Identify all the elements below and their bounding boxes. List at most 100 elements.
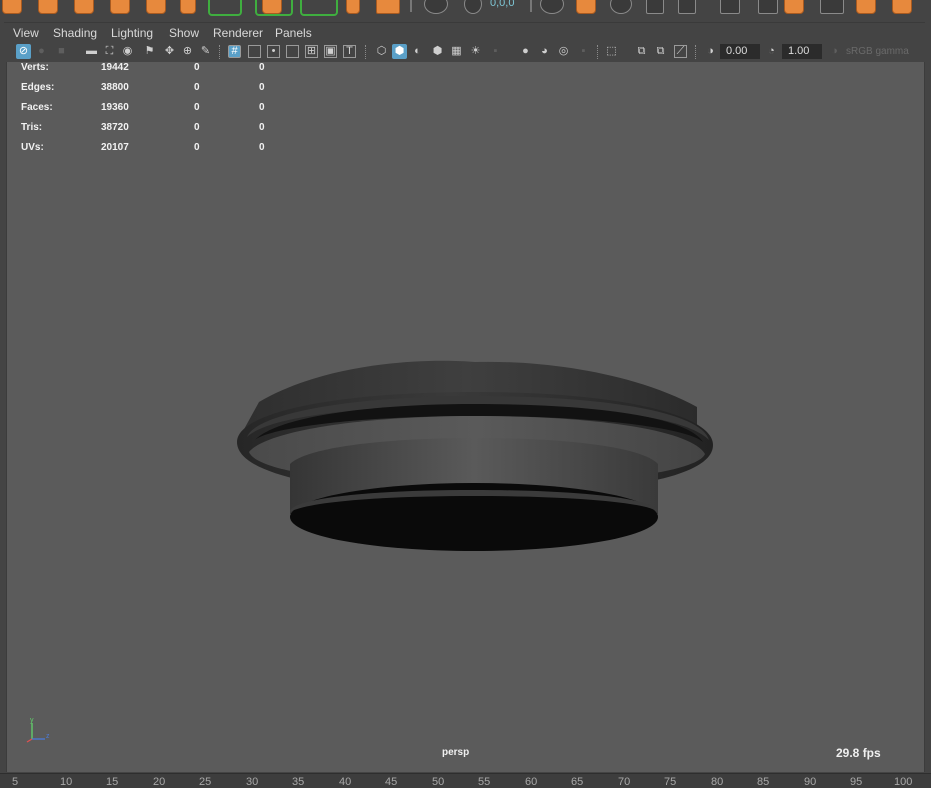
resolution-gate-icon[interactable]: • [267,45,280,58]
timeline-tick: 5 [12,776,19,788]
toolbar-separator [365,45,367,59]
xray-icon[interactable]: ⧉ [634,44,649,59]
timeline-tick: 50 [432,776,445,788]
move-tool-icon[interactable]: ✥ [162,44,177,59]
gate-mask-icon[interactable] [286,45,299,58]
panel-menu-bar: View Shading Lighting Show Renderer Pane… [4,22,925,43]
use-all-lights-icon[interactable]: ▦ [449,44,464,59]
xray-active-icon[interactable]: ⧉ [653,44,668,59]
shelf-tool-icon[interactable] [424,0,448,14]
smooth-shade-icon[interactable]: ⬢ [392,44,407,59]
viewport-3d[interactable]: Verts: 19442 0 0 Edges: 38800 0 0 Faces:… [6,62,925,772]
bookmark-icon[interactable]: ■ [54,44,69,59]
shelf-group-icon[interactable] [300,0,338,16]
lid-model[interactable] [7,62,924,772]
shadows-icon[interactable]: ☀ [468,44,483,59]
grid-icon[interactable]: # [228,45,241,58]
shelf-group-icon[interactable] [208,0,242,16]
safe-title-icon[interactable]: T [343,45,356,58]
timeline-tick: 95 [850,776,863,788]
shelf-tool-icon[interactable] [576,0,596,14]
shelf-tool-icon[interactable] [646,0,664,14]
shelf-tool-icon[interactable] [146,0,166,14]
shelf-tool-icon[interactable] [464,0,482,14]
timeline-tick: 90 [804,776,817,788]
menu-panels[interactable]: Panels [275,26,312,40]
toolbar-separator [597,45,599,59]
select-camera-icon[interactable]: ⊘ [16,44,31,59]
xray-joints-icon[interactable]: ⟋ [674,45,687,58]
fps-readout: 29.8 fps [836,746,881,760]
color-space-label[interactable]: sRGB gamma [846,46,909,57]
field-chart-icon[interactable]: ⊞ [305,45,318,58]
wireframe-on-shaded-icon[interactable]: ◐ [410,44,425,59]
menu-show[interactable]: Show [169,26,199,40]
film-gate-icon[interactable] [248,45,261,58]
wireframe-icon[interactable]: ⬡ [374,44,389,59]
time-slider[interactable]: 5 10 15 20 25 30 35 40 45 50 55 60 65 70… [0,773,931,788]
shelf-tool-icon[interactable] [376,0,400,14]
timeline-tick: 85 [757,776,770,788]
toolbar-separator [695,45,697,59]
gamma-icon[interactable]: ◔ [764,44,779,59]
isolate-select-icon[interactable]: ⬚ [604,44,619,59]
shelf-separator [410,0,412,12]
shelf-tool-icon[interactable] [856,0,876,14]
timeline-tick: 75 [664,776,677,788]
panel-toolbar: ⊘ ● ■ ▬ ⛶ ◉ ⚑ ✥ ⊕ ✎ # • ⊞ ▣ T ⬡ ⬢ ◐ ⬢ ▦ … [4,42,925,62]
timeline-tick: 25 [199,776,212,788]
grease-pencil-icon[interactable]: ◉ [120,44,135,59]
shelf-tool-icon[interactable] [678,0,696,14]
timeline-tick: 35 [292,776,305,788]
gamma-field[interactable]: 1.00 [782,44,822,59]
screen-space-ao-icon[interactable]: ● [518,44,533,59]
shelf-tool-icon[interactable] [820,0,844,14]
two-d-pan-icon[interactable]: ⛶ [102,44,117,59]
image-plane-icon[interactable]: ▬ [84,44,99,59]
shelf-tool-icon[interactable] [180,0,196,14]
shelf-tool-icon[interactable] [720,0,740,14]
shelf-tool-icon[interactable] [346,0,360,14]
shelf-tool-icon[interactable] [610,0,632,14]
multisample-aa-icon[interactable]: ◎ [556,44,571,59]
timeline-tick: 15 [106,776,119,788]
menu-view[interactable]: View [13,26,39,40]
exposure-icon[interactable]: ◑ [703,44,718,59]
shelf-tool-icon[interactable] [784,0,804,14]
menu-shading[interactable]: Shading [53,26,97,40]
isolate-icon[interactable]: ⊕ [180,44,195,59]
textured-icon[interactable]: ⬢ [430,44,445,59]
shelf-tool-icon[interactable] [892,0,912,14]
camera-attributes-icon[interactable]: ● [34,44,49,59]
shelf-separator [530,0,532,12]
shelf-readout: 0,0,0 [490,0,515,9]
menu-lighting[interactable]: Lighting [111,26,153,40]
exposure-field[interactable]: 0.00 [720,44,760,59]
camera-name-label: persp [442,747,470,758]
timeline-tick: 20 [153,776,166,788]
shelf-tool-icon[interactable] [540,0,564,14]
flag-icon[interactable]: ⚑ [142,44,157,59]
motion-blur-icon[interactable]: ◕ [537,44,552,59]
axis-y-label: y [30,717,34,724]
shelf-tool-icon[interactable] [2,0,22,14]
axis-z-label: z [46,733,50,740]
shelf-tool-icon[interactable] [74,0,94,14]
safe-action-icon[interactable]: ▣ [324,45,337,58]
color-management-icon[interactable]: ◑ [827,44,842,59]
timeline-tick: 80 [711,776,724,788]
depth-of-field-icon[interactable]: ▪ [576,44,591,59]
lights-dim-icon[interactable]: ▪ [488,44,503,59]
timeline-tick: 70 [618,776,631,788]
shelf-tool-icon[interactable] [758,0,778,14]
shelf-group-icon[interactable] [255,0,293,16]
toolbar-separator [219,45,221,59]
pen-icon[interactable]: ✎ [198,44,213,59]
shelf-tool-icon[interactable] [110,0,130,14]
shelf: 0,0,0 [0,0,931,18]
timeline-tick: 40 [339,776,352,788]
menu-renderer[interactable]: Renderer [213,26,263,40]
timeline-tick: 30 [246,776,259,788]
shelf-tool-icon[interactable] [38,0,58,14]
timeline-tick: 65 [571,776,584,788]
